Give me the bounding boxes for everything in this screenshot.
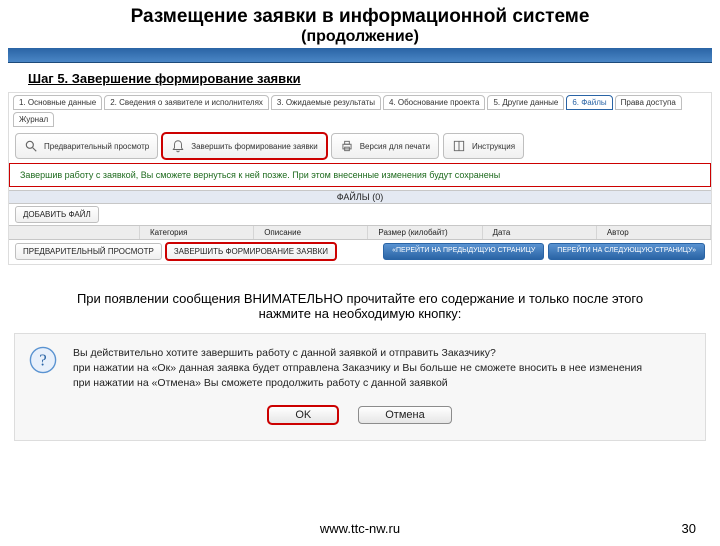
print-icon	[340, 139, 354, 153]
dialog-line-3: при нажатии на «Отмена» Вы сможете продо…	[73, 376, 642, 391]
finish-button[interactable]: Завершить формирование заявки	[162, 133, 326, 159]
dialog-line-2: при нажатии на «Ок» данная заявка будет …	[73, 361, 642, 376]
col-description: Описание	[254, 226, 368, 239]
tab-access[interactable]: Права доступа	[615, 95, 682, 110]
confirm-dialog: ? Вы действительно хотите завершить рабо…	[14, 333, 706, 441]
footer-url: www.ttc-nw.ru	[0, 521, 720, 536]
tab-6-files[interactable]: 6. Файлы	[566, 95, 612, 110]
col-category: Категория	[140, 226, 254, 239]
tabstrip: 1. Основные данные 2. Сведения о заявите…	[9, 93, 711, 129]
print-button-label: Версия для печати	[360, 142, 430, 151]
dialog-line-1: Вы действительно хотите завершить работу…	[73, 346, 642, 361]
bottom-row: ПРЕДВАРИТЕЛЬНЫЙ ПРОСМОТР ЗАВЕРШИТЬ ФОРМИ…	[9, 240, 711, 264]
book-icon	[452, 139, 466, 153]
tab-journal[interactable]: Журнал	[13, 112, 54, 127]
instruction-text: При появлении сообщения ВНИМАТЕЛЬНО проч…	[50, 291, 670, 321]
next-page-button[interactable]: ПЕРЕЙТИ НА СЛЕДУЮЩУЮ СТРАНИЦУ»	[548, 243, 705, 260]
tab-1[interactable]: 1. Основные данные	[13, 95, 102, 110]
bottom-preview-button[interactable]: ПРЕДВАРИТЕЛЬНЫЙ ПРОСМОТР	[15, 243, 162, 260]
col-date: Дата	[483, 226, 597, 239]
tab-5[interactable]: 5. Другие данные	[487, 95, 564, 110]
finish-button-label: Завершить формирование заявки	[191, 142, 317, 151]
cancel-button[interactable]: Отмена	[358, 406, 451, 424]
tab-4[interactable]: 4. Обоснование проекта	[383, 95, 485, 110]
magnifier-icon	[24, 139, 38, 153]
files-header: ФАЙЛЫ (0)	[9, 190, 711, 204]
col-size: Размер (килобайт)	[368, 226, 482, 239]
toolbar: Предварительный просмотр Завершить форми…	[9, 129, 711, 163]
prev-page-button[interactable]: «ПЕРЕЙТИ НА ПРЕДЫДУЩУЮ СТРАНИЦУ	[383, 243, 544, 260]
preview-button[interactable]: Предварительный просмотр	[15, 133, 158, 159]
slide-title: Размещение заявки в информационной систе…	[0, 6, 720, 28]
col-author: Автор	[597, 226, 711, 239]
files-toolbar: ДОБАВИТЬ ФАЙЛ	[9, 204, 711, 225]
tab-3[interactable]: 3. Ожидаемые результаты	[271, 95, 381, 110]
hint-text: Завершив работу с заявкой, Вы сможете ве…	[9, 163, 711, 187]
dialog-text: Вы действительно хотите завершить работу…	[73, 346, 642, 392]
ok-button[interactable]: OK	[268, 406, 338, 424]
page-number: 30	[682, 521, 696, 536]
svg-text:?: ?	[39, 351, 46, 370]
slide-subtitle: (продолжение)	[0, 28, 720, 46]
header-gradient	[8, 48, 712, 63]
bell-icon	[171, 139, 185, 153]
instruction-button-label: Инструкция	[472, 142, 515, 151]
add-file-button[interactable]: ДОБАВИТЬ ФАЙЛ	[15, 206, 99, 223]
preview-button-label: Предварительный просмотр	[44, 142, 149, 151]
file-columns: Категория Описание Размер (килобайт) Дат…	[9, 225, 711, 240]
question-icon: ?	[29, 346, 57, 374]
step-label: Шаг 5. Завершение формирование заявки	[28, 71, 720, 86]
instruction-button[interactable]: Инструкция	[443, 133, 524, 159]
tab-2[interactable]: 2. Сведения о заявителе и исполнителях	[104, 95, 269, 110]
print-button[interactable]: Версия для печати	[331, 133, 439, 159]
app-screenshot: 1. Основные данные 2. Сведения о заявите…	[8, 92, 712, 265]
bottom-finish-button[interactable]: ЗАВЕРШИТЬ ФОРМИРОВАНИЕ ЗАЯВКИ	[166, 243, 336, 260]
